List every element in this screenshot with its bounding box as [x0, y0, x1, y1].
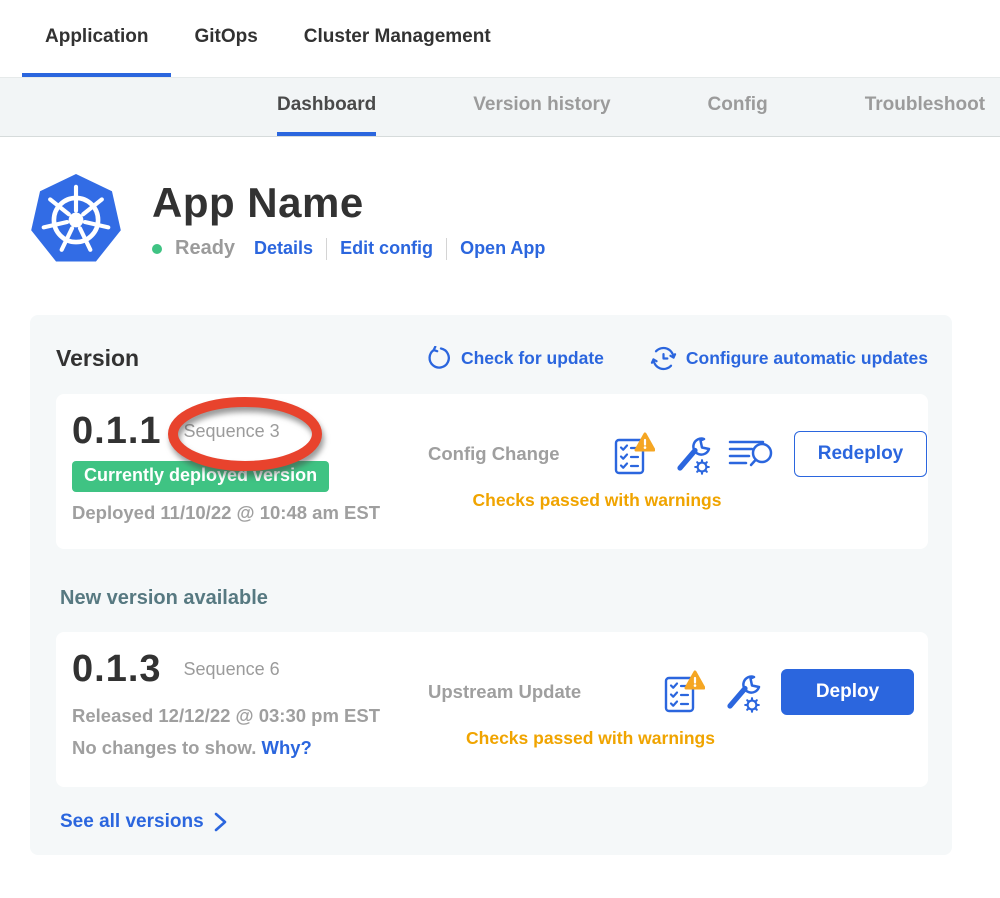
preflight-checks-icon[interactable] — [613, 431, 655, 476]
preflight-checks-icon[interactable] — [663, 669, 705, 714]
available-version-number: 0.1.3 — [72, 648, 162, 691]
currently-deployed-badge: Currently deployed version — [72, 461, 329, 492]
version-panel: Version Check for update Configure autom… — [30, 315, 952, 855]
current-version-number: 0.1.1 — [72, 410, 162, 453]
version-source-label: Config Change — [428, 443, 613, 465]
deploy-button[interactable]: Deploy — [781, 669, 914, 715]
sequence-3-label: Sequence 3 — [184, 421, 280, 442]
no-changes-text: No changes to show. — [72, 737, 256, 758]
see-all-versions-label: See all versions — [60, 811, 204, 833]
see-all-versions-link[interactable]: See all versions — [60, 811, 928, 833]
version-section-title: Version — [56, 345, 139, 372]
tab-version-history[interactable]: Version history — [473, 78, 610, 136]
primary-nav: Application GitOps Cluster Management — [0, 0, 1000, 77]
check-for-update-label: Check for update — [461, 348, 604, 369]
chevron-right-icon — [214, 812, 227, 832]
checks-warning-text: Checks passed with warnings — [402, 728, 914, 749]
sequence-6-label: Sequence 6 — [184, 659, 280, 680]
tab-config[interactable]: Config — [708, 78, 768, 136]
new-version-heading: New version available — [60, 587, 928, 610]
configure-automatic-updates-button[interactable]: Configure automatic updates — [650, 345, 928, 372]
details-link[interactable]: Details — [254, 238, 313, 259]
redeploy-button[interactable]: Redeploy — [794, 431, 927, 477]
why-link[interactable]: Why? — [261, 737, 311, 758]
available-version-card: 0.1.3 Sequence 6 Released 12/12/22 @ 03:… — [56, 632, 928, 787]
view-diff-icon[interactable] — [727, 436, 774, 472]
configure-automatic-updates-label: Configure automatic updates — [686, 348, 928, 369]
tab-application[interactable]: Application — [22, 0, 171, 77]
clock-refresh-icon — [650, 345, 677, 372]
edit-config-icon[interactable] — [721, 671, 761, 713]
check-for-update-button[interactable]: Check for update — [427, 346, 604, 371]
edit-config-icon[interactable] — [671, 433, 711, 475]
status-badge: Ready — [175, 237, 235, 260]
refresh-icon — [427, 346, 452, 371]
edit-config-link[interactable]: Edit config — [340, 238, 433, 259]
current-version-card: 0.1.1 Sequence 3 Currently deployed vers… — [56, 394, 928, 549]
tab-troubleshoot[interactable]: Troubleshoot — [865, 78, 985, 136]
kubernetes-logo-icon — [30, 171, 122, 269]
released-timestamp: Released 12/12/22 @ 03:30 pm EST — [72, 705, 402, 727]
deployed-timestamp: Deployed 11/10/22 @ 10:48 am EST — [72, 502, 402, 524]
divider — [326, 238, 327, 260]
checks-warning-text: Checks passed with warnings — [402, 490, 927, 511]
tab-dashboard[interactable]: Dashboard — [277, 78, 376, 136]
status-dot-icon — [152, 244, 162, 254]
open-app-link[interactable]: Open App — [460, 238, 545, 259]
app-header: App Name Ready Details Edit config Open … — [30, 171, 1000, 269]
page-title: App Name — [152, 179, 545, 227]
divider — [446, 238, 447, 260]
tab-gitops[interactable]: GitOps — [171, 0, 280, 77]
version-source-label: Upstream Update — [428, 681, 613, 703]
tab-cluster-management[interactable]: Cluster Management — [281, 0, 514, 77]
app-sub-nav: Dashboard Version history Config Trouble… — [0, 77, 1000, 137]
